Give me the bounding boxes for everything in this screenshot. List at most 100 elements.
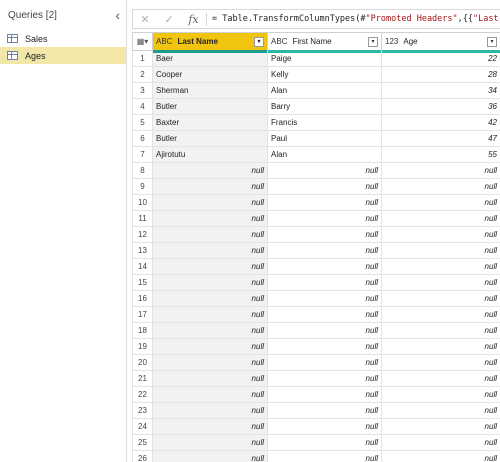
cell-last-name[interactable]: null <box>152 290 268 307</box>
cell-last-name[interactable]: Ajirotutu <box>152 146 268 163</box>
cell-first-name[interactable]: null <box>267 354 382 371</box>
cell-first-name[interactable]: null <box>267 226 382 243</box>
cell-last-name[interactable]: null <box>152 226 268 243</box>
row-number[interactable]: 15 <box>132 274 153 291</box>
cell-first-name[interactable]: Alan <box>267 82 382 99</box>
text-type-icon[interactable]: ABC <box>156 37 172 46</box>
cell-first-name[interactable]: null <box>267 386 382 403</box>
row-number[interactable]: 24 <box>132 418 153 435</box>
cell-first-name[interactable]: null <box>267 242 382 259</box>
cell-last-name[interactable]: null <box>152 450 268 462</box>
cell-age[interactable]: null <box>381 178 500 195</box>
column-header-last-name[interactable]: ABC Last Name ▾ <box>152 32 268 53</box>
cell-last-name[interactable]: null <box>152 418 268 435</box>
row-number[interactable]: 17 <box>132 306 153 323</box>
column-header-first-name[interactable]: ABC First Name ▾ <box>267 32 382 53</box>
cell-first-name[interactable]: null <box>267 306 382 323</box>
cell-age[interactable]: null <box>381 370 500 387</box>
row-number[interactable]: 1 <box>132 50 153 67</box>
cell-first-name[interactable]: Francis <box>267 114 382 131</box>
cell-age[interactable]: null <box>381 402 500 419</box>
cell-last-name[interactable]: null <box>152 338 268 355</box>
cell-age[interactable]: null <box>381 306 500 323</box>
cell-age[interactable]: 28 <box>381 66 500 83</box>
cell-last-name[interactable]: null <box>152 322 268 339</box>
cell-age[interactable]: null <box>381 434 500 451</box>
filter-dropdown-icon[interactable]: ▾ <box>368 36 378 47</box>
cell-first-name[interactable]: null <box>267 178 382 195</box>
row-number[interactable]: 4 <box>132 98 153 115</box>
cell-last-name[interactable]: null <box>152 306 268 323</box>
row-number[interactable]: 22 <box>132 386 153 403</box>
row-number[interactable]: 23 <box>132 402 153 419</box>
cell-last-name[interactable]: null <box>152 242 268 259</box>
cell-age[interactable]: null <box>381 450 500 462</box>
cell-last-name[interactable]: null <box>152 194 268 211</box>
query-item-ages[interactable]: Ages <box>0 47 126 64</box>
cell-first-name[interactable]: null <box>267 162 382 179</box>
row-number[interactable]: 8 <box>132 162 153 179</box>
formula-input[interactable]: = Table.TransformColumnTypes(#"Promoted … <box>207 14 500 24</box>
query-item-sales[interactable]: Sales <box>0 30 126 47</box>
cell-last-name[interactable]: null <box>152 370 268 387</box>
collapse-pane-chevron-icon[interactable]: ‹ <box>115 8 120 22</box>
row-number[interactable]: 19 <box>132 338 153 355</box>
row-number[interactable]: 26 <box>132 450 153 462</box>
cell-age[interactable]: 42 <box>381 114 500 131</box>
cell-first-name[interactable]: Kelly <box>267 66 382 83</box>
cell-first-name[interactable]: null <box>267 210 382 227</box>
cell-age[interactable]: 55 <box>381 146 500 163</box>
text-type-icon[interactable]: ABC <box>271 37 287 46</box>
cell-last-name[interactable]: null <box>152 258 268 275</box>
cell-last-name[interactable]: null <box>152 354 268 371</box>
number-type-icon[interactable]: 123 <box>385 37 398 46</box>
cell-age[interactable]: 36 <box>381 98 500 115</box>
cell-age[interactable]: null <box>381 274 500 291</box>
cell-last-name[interactable]: null <box>152 434 268 451</box>
row-number[interactable]: 16 <box>132 290 153 307</box>
row-number[interactable]: 18 <box>132 322 153 339</box>
cell-last-name[interactable]: null <box>152 386 268 403</box>
filter-dropdown-icon[interactable]: ▾ <box>254 36 264 47</box>
cell-last-name[interactable]: Baxter <box>152 114 268 131</box>
row-number[interactable]: 5 <box>132 114 153 131</box>
cell-age[interactable]: null <box>381 290 500 307</box>
cell-last-name[interactable]: null <box>152 402 268 419</box>
cell-last-name[interactable]: Cooper <box>152 66 268 83</box>
cell-age[interactable]: null <box>381 322 500 339</box>
cell-last-name[interactable]: Butler <box>152 98 268 115</box>
table-menu-corner[interactable]: ▦▾ <box>132 32 153 51</box>
cell-first-name[interactable]: Alan <box>267 146 382 163</box>
row-number[interactable]: 2 <box>132 66 153 83</box>
column-header-age[interactable]: 123 Age ▾ <box>381 32 500 53</box>
row-number[interactable]: 25 <box>132 434 153 451</box>
cell-age[interactable]: null <box>381 338 500 355</box>
cell-age[interactable]: 47 <box>381 130 500 147</box>
cell-age[interactable]: null <box>381 354 500 371</box>
cell-first-name[interactable]: null <box>267 402 382 419</box>
row-number[interactable]: 13 <box>132 242 153 259</box>
cell-age[interactable]: null <box>381 258 500 275</box>
cell-last-name[interactable]: null <box>152 178 268 195</box>
row-number[interactable]: 9 <box>132 178 153 195</box>
row-number[interactable]: 10 <box>132 194 153 211</box>
cell-age[interactable]: null <box>381 194 500 211</box>
cell-age[interactable]: null <box>381 418 500 435</box>
cell-age[interactable]: null <box>381 226 500 243</box>
cell-age[interactable]: null <box>381 242 500 259</box>
row-number[interactable]: 14 <box>132 258 153 275</box>
cell-first-name[interactable]: null <box>267 290 382 307</box>
row-number[interactable]: 7 <box>132 146 153 163</box>
filter-dropdown-icon[interactable]: ▾ <box>487 36 497 47</box>
cell-last-name[interactable]: Butler <box>152 130 268 147</box>
cell-last-name[interactable]: Sherman <box>152 82 268 99</box>
cell-age[interactable]: null <box>381 210 500 227</box>
cell-first-name[interactable]: null <box>267 274 382 291</box>
row-number[interactable]: 20 <box>132 354 153 371</box>
table-menu-icon[interactable]: ▦▾ <box>133 34 152 50</box>
fx-icon[interactable]: fx <box>181 12 207 26</box>
cell-first-name[interactable]: null <box>267 370 382 387</box>
cell-first-name[interactable]: null <box>267 322 382 339</box>
cell-first-name[interactable]: null <box>267 194 382 211</box>
row-number[interactable]: 6 <box>132 130 153 147</box>
